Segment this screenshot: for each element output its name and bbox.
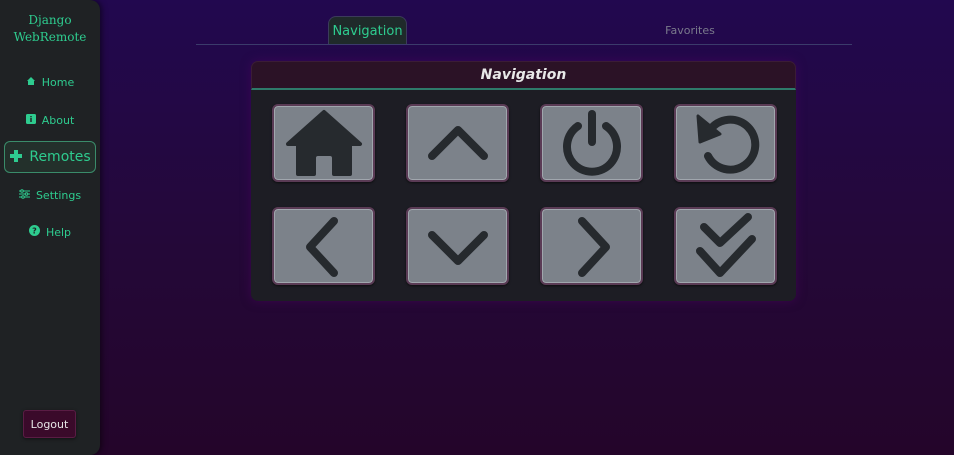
- logout-button[interactable]: Logout: [23, 410, 76, 438]
- left-button[interactable]: [272, 207, 375, 285]
- chevron-left-icon: [305, 217, 338, 277]
- sidebar-item-label: Help: [45, 225, 72, 239]
- up-button[interactable]: [406, 104, 509, 182]
- chevron-up-icon: [427, 126, 488, 160]
- sidebar-item-label: Remotes: [29, 149, 91, 165]
- back-button[interactable]: [674, 104, 777, 182]
- sidebar: Django WebRemote Home About Remotes Sett…: [0, 0, 100, 455]
- sidebar-item-about[interactable]: About: [4, 105, 96, 135]
- tab-navigation[interactable]: Navigation: [328, 16, 407, 45]
- sidebar-item-label: Settings: [35, 188, 82, 202]
- chevron-down-icon: [427, 231, 488, 265]
- home-icon: [285, 110, 362, 176]
- double-check-icon: [695, 213, 756, 277]
- brand-line-1: Django: [28, 13, 72, 27]
- sidebar-item-remotes[interactable]: Remotes: [4, 141, 96, 173]
- sidebar-item-help[interactable]: ? Help: [4, 217, 96, 247]
- sidebar-item-home[interactable]: Home: [4, 67, 96, 97]
- sidebar-item-settings[interactable]: Settings: [4, 180, 96, 210]
- navigation-panel: Navigation: [251, 61, 796, 301]
- home-icon: [26, 76, 36, 89]
- ok-button[interactable]: [674, 207, 777, 285]
- tab-divider: [196, 44, 852, 45]
- brand-logo-text: Django WebRemote: [0, 12, 100, 46]
- question-circle-icon: ?: [28, 225, 40, 239]
- sidebar-item-label: About: [41, 113, 75, 127]
- brand-line-2: WebRemote: [13, 30, 87, 44]
- tab-favorites[interactable]: Favorites: [650, 16, 730, 45]
- sidebar-item-label: Home: [41, 75, 75, 89]
- home-button[interactable]: [272, 104, 375, 182]
- power-button[interactable]: [540, 104, 643, 182]
- down-button[interactable]: [406, 207, 509, 285]
- undo-icon: [696, 114, 759, 174]
- power-icon: [562, 110, 621, 176]
- chevron-right-icon: [577, 217, 610, 277]
- info-icon: [25, 113, 36, 127]
- panel-title: Navigation: [251, 61, 796, 90]
- gamepad-plus-icon: [9, 149, 23, 166]
- right-button[interactable]: [540, 207, 643, 285]
- sliders-icon: [18, 188, 30, 202]
- svg-text:?: ?: [32, 227, 37, 236]
